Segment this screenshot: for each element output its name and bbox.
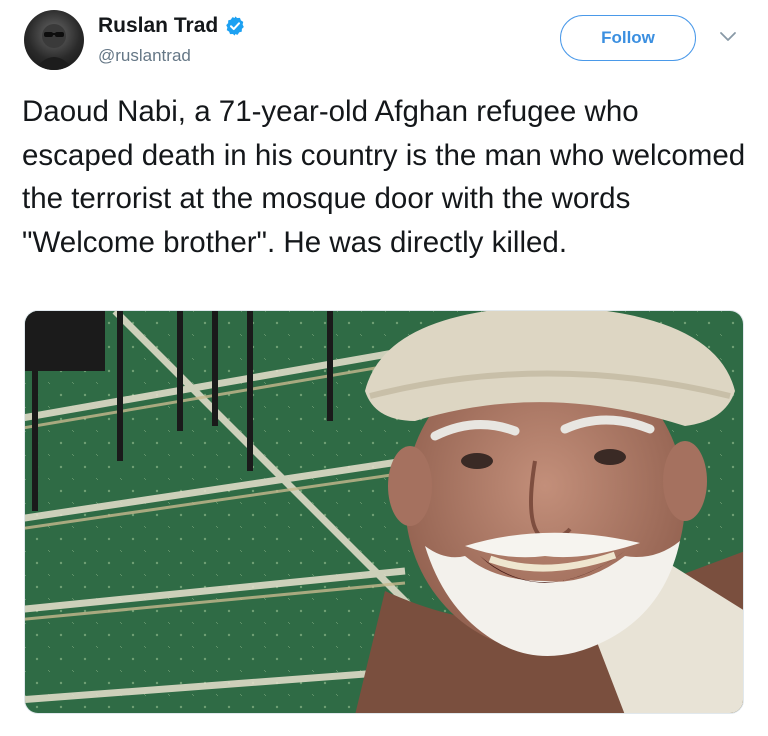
tweet-text: Daoud Nabi, a 71-year-old Afghan refugee… [22, 95, 746, 259]
avatar-photo [34, 24, 74, 70]
author-name-row: Ruslan Trad [98, 14, 246, 38]
verified-badge-icon [226, 16, 245, 36]
photo-illustration [25, 311, 743, 713]
chevron-down-icon[interactable] [718, 30, 738, 44]
author-avatar[interactable] [24, 10, 84, 70]
author-handle[interactable]: @ruslantrad [98, 46, 191, 66]
tweet-photo[interactable] [24, 310, 744, 714]
follow-button[interactable]: Follow [560, 15, 696, 61]
author-display-name[interactable]: Ruslan Trad [98, 14, 218, 38]
